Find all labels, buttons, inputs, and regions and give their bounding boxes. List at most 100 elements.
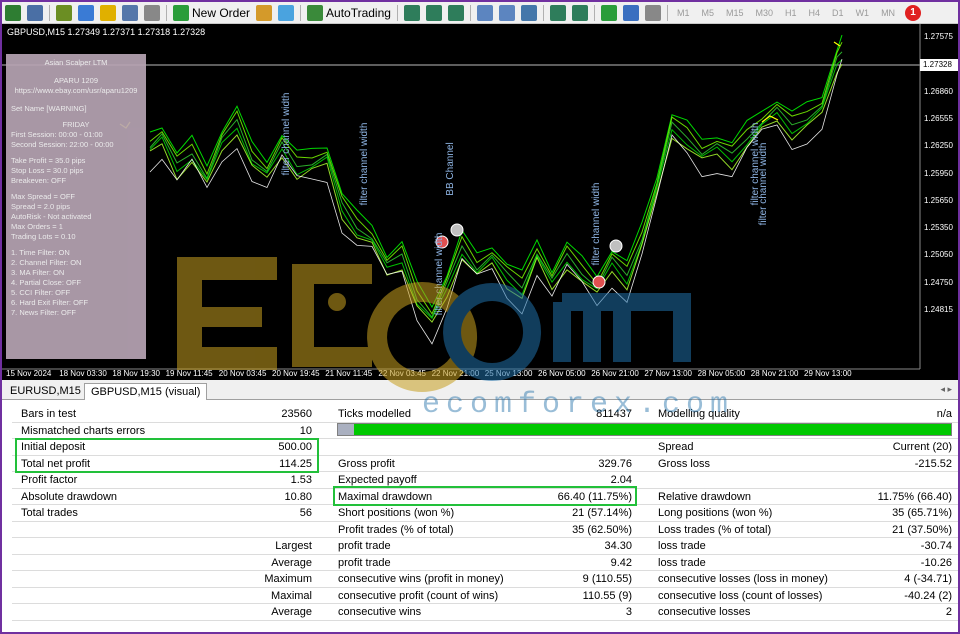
profit-trades-label: Profit trades (% of total) [338,523,454,536]
main-toolbar: New Order AutoTrading M1 M5 M15 M30 H1 H4 D1 W1… [2,2,958,24]
alerts-button[interactable] [276,3,296,23]
data-window-button[interactable] [120,3,140,23]
ea-first-session: First Session: 00:00 - 01:00 [11,130,103,139]
ea-user: APARU 1209 [53,76,99,85]
tile-windows-button[interactable] [519,3,539,23]
bar-chart-button[interactable] [402,3,422,23]
ea-max-orders: Max Orders = 1 [11,222,63,231]
time-tick: 26 Nov 21:00 [591,369,639,378]
time-tick: 20 Nov 03:45 [218,369,267,378]
maximal-wins-label: consecutive profit (count of wins) [338,589,499,602]
time-tick: 18 Nov 03:30 [59,369,107,378]
timeframe-w1[interactable]: W1 [856,8,870,18]
timeframe-h1[interactable]: H1 [785,8,797,18]
ea-filter-6: 6. Hard Exit Filter: OFF [11,298,89,307]
long-positions-value: 35 (65.71%) [892,507,952,519]
price-tick: 1.25950 [924,168,953,178]
ea-breakeven: Breakeven: OFF [11,176,67,185]
tab-scroll-arrows[interactable]: ◂ ▸ [940,384,952,395]
largest-label: Largest [275,540,312,552]
autotrading-label: AutoTrading [326,5,391,20]
largest-profit-value: 34.30 [604,540,632,552]
bar-chart-icon [403,4,420,21]
time-tick: 20 Nov 19:45 [272,369,320,378]
navigator-button[interactable] [76,3,96,23]
bars-label: Bars in test [21,408,77,420]
quality-label: Modelling quality [658,408,740,420]
periods-button[interactable] [621,3,641,23]
tab-eurusd[interactable]: EURUSD,M15 [4,383,87,400]
new-chart-icon [5,4,21,21]
row-average: Average profit trade 9.42 loss trade -10… [12,555,958,571]
price-axis: 1.275751.271501.268601.265551.262501.259… [920,24,958,369]
highlight-max-drawdown [333,486,637,506]
ea-second-session: Second Session: 22:00 - 00:00 [11,140,114,149]
line-chart-icon [447,4,464,21]
line-chart-button[interactable] [446,3,466,23]
timeframe-m30[interactable]: M30 [756,8,774,18]
ea-title: Asian Scalper LTM [44,58,108,67]
profiles-button[interactable] [25,3,45,23]
chart-shift-button[interactable] [548,3,568,23]
tab-gbpusd-visual[interactable]: GBPUSD,M15 (visual) [84,383,208,400]
ea-max-spread: Max Spread = OFF [11,192,75,201]
timeframe-h4[interactable]: H4 [809,8,821,18]
timeframe-m1[interactable]: M1 [677,8,690,18]
chart-annotation: filter channel width [434,233,445,316]
time-tick: 18 Nov 19:30 [112,369,160,378]
largest-loss-label: loss trade [658,540,706,552]
timeframe-d1[interactable]: D1 [832,8,844,18]
timeframe-bar: M1 M5 M15 M30 H1 H4 D1 W1 MN [671,8,901,18]
terminal-button[interactable] [98,3,118,23]
trade-marker [450,223,464,237]
market-watch-icon [56,4,72,21]
expected-payoff-label: Expected payoff [338,474,417,486]
average-loss-value: -10.26 [920,556,952,569]
largest-profit-label: profit trade [338,540,391,552]
market-watch-button[interactable] [54,3,74,23]
ea-filter-2: 2. Channel Filter: ON [11,258,82,267]
time-tick: 19 Nov 11:45 [165,369,213,378]
new-order-button[interactable]: New Order [171,3,252,23]
autoscroll-button[interactable] [570,3,590,23]
ea-autorisk: AutoRisk - Not activated [11,212,92,221]
price-chart[interactable]: filter channel width filter channel width… [2,24,958,380]
chart-annotation: filter channel width [281,93,292,176]
autotrading-button[interactable]: AutoTrading [305,3,393,23]
ea-info-panel: Asian Scalper LTM APARU 1209 https://www… [6,54,146,359]
gross-profit-value: 329.76 [598,457,632,470]
templates-button[interactable] [643,3,663,23]
new-chart-button[interactable] [3,3,23,23]
price-tick: 1.26250 [924,141,953,151]
timeframe-m5[interactable]: M5 [701,8,714,18]
alert-badge[interactable]: 1 [905,4,922,21]
ea-stop-loss: Stop Loss = 30.0 pips [11,166,84,175]
zoom-in-icon [476,4,493,21]
chart-annotation: filter channel width [758,143,769,226]
spread-label: Spread [658,441,694,453]
indicators-button[interactable] [599,3,619,23]
timeframe-m15[interactable]: M15 [726,8,744,18]
metaeditor-button[interactable] [254,3,274,23]
time-tick: 25 Nov 13:00 [484,369,533,378]
total-trades-label: Total trades [21,507,78,519]
trade-marker [609,239,623,253]
profiles-icon [27,4,43,21]
zoom-out-button[interactable] [497,3,517,23]
time-tick: 15 Nov 2024 [6,369,52,378]
timeframe-mn[interactable]: MN [881,8,895,18]
alerts-icon [278,4,295,21]
maximal-label: Maximal [271,589,312,602]
ea-set-name: Set Name [WARNING] [11,104,87,113]
ea-filter-3: 3. MA Filter: ON [11,268,65,277]
indicator-line [149,59,843,320]
average2-wins-value: 3 [625,606,632,618]
candlesticks-button[interactable] [424,3,444,23]
chart-tabs: EURUSD,M15 GBPUSD,M15 (visual) ◂ ▸ [2,380,958,400]
average2-losses-label: consecutive losses [658,606,751,618]
zoom-in-button[interactable] [475,3,495,23]
maximum-wins-value: 9 (110.55) [582,573,632,585]
maximum-losses-label: consecutive losses (loss in money) [658,573,828,585]
price-tick: 1.25650 [924,195,953,205]
tester-button[interactable] [142,3,162,23]
